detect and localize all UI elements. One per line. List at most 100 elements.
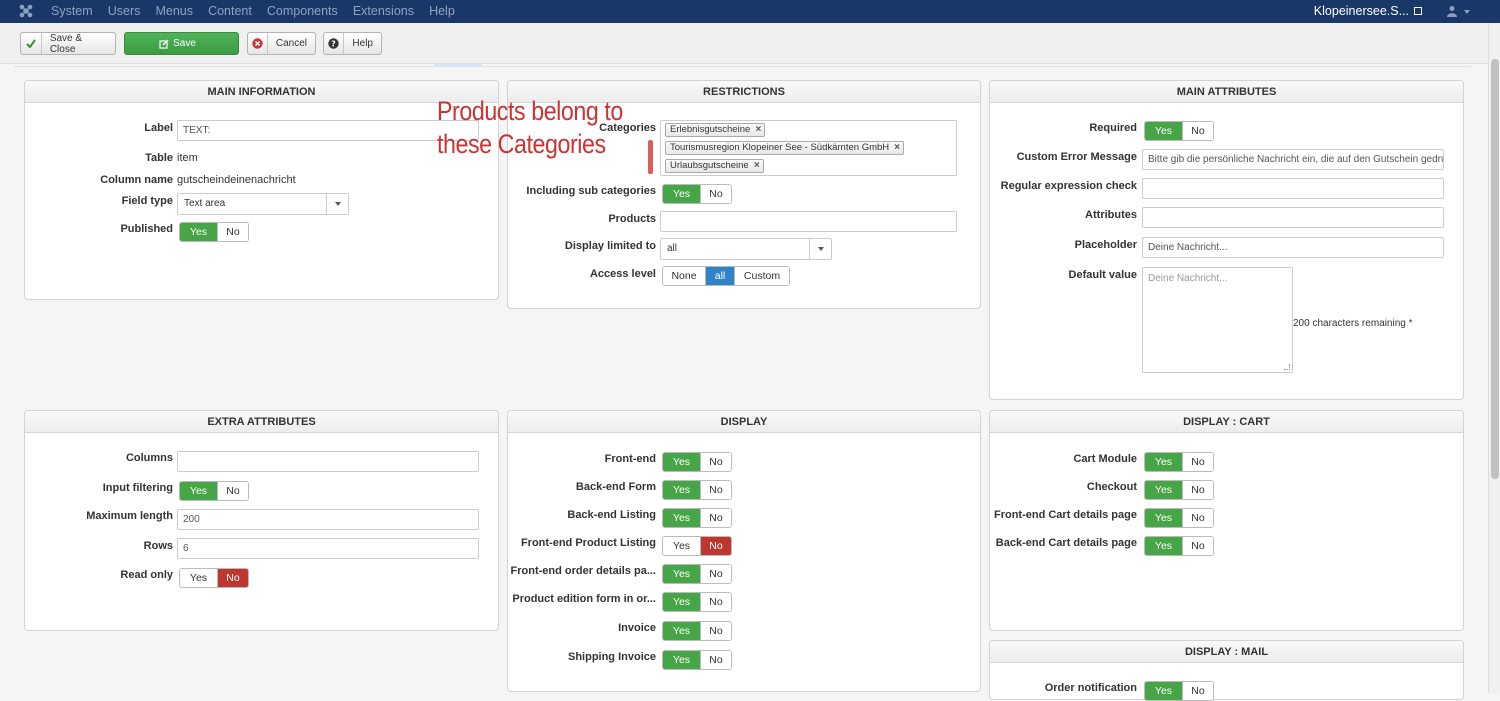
yes-option[interactable]: Yes	[180, 569, 217, 587]
no-option[interactable]: No	[700, 185, 731, 203]
joomla-logo-icon[interactable]	[18, 3, 34, 19]
yes-option[interactable]: Yes	[663, 185, 700, 203]
checkout-toggle[interactable]: Yes No	[1144, 480, 1214, 500]
menu-menus[interactable]: Menus	[155, 4, 193, 18]
no-option[interactable]: No	[700, 593, 731, 611]
front-end-cart-details-toggle[interactable]: Yes No	[1144, 508, 1214, 528]
default-value-textarea[interactable]: Deine Nachricht...	[1142, 267, 1293, 373]
product-edition-form-toggle[interactable]: Yes No	[662, 592, 732, 612]
front-end-product-listing-toggle[interactable]: Yes No	[662, 536, 732, 556]
error-message-input[interactable]: Bitte gib die persönliche Nachricht ein,…	[1142, 149, 1444, 170]
menu-extensions[interactable]: Extensions	[353, 4, 414, 18]
display-limited-label: Display limited to	[564, 240, 656, 252]
yes-option[interactable]: Yes	[663, 593, 700, 611]
yes-option[interactable]: Yes	[1145, 122, 1182, 140]
yes-option[interactable]: Yes	[663, 453, 700, 471]
sub-categories-toggle[interactable]: Yes No	[662, 184, 732, 204]
site-link[interactable]: Klopeinersee.S...	[1314, 4, 1422, 18]
menu-system[interactable]: System	[51, 4, 93, 18]
table-value: item	[177, 152, 198, 164]
back-end-cart-details-toggle[interactable]: Yes No	[1144, 536, 1214, 556]
no-option[interactable]: No	[1182, 682, 1213, 700]
front-end-order-details-toggle[interactable]: Yes No	[662, 564, 732, 584]
yes-option[interactable]: Yes	[663, 622, 700, 640]
placeholder-input[interactable]: Deine Nachricht...	[1142, 237, 1444, 258]
yes-option[interactable]: Yes	[1145, 453, 1182, 471]
published-toggle[interactable]: Yes No	[179, 222, 249, 242]
yes-option[interactable]: Yes	[663, 651, 700, 669]
back-end-listing-toggle[interactable]: Yes No	[662, 508, 732, 528]
remove-tag-icon[interactable]: ×	[754, 160, 760, 172]
no-option[interactable]: No	[700, 565, 731, 583]
menu-help[interactable]: Help	[429, 4, 455, 18]
no-option[interactable]: No	[700, 481, 731, 499]
no-option[interactable]: No	[1182, 509, 1213, 527]
maximum-length-input[interactable]: 200	[177, 509, 479, 530]
yes-option[interactable]: Yes	[180, 223, 217, 241]
regex-input[interactable]	[1142, 178, 1444, 199]
invoice-toggle[interactable]: Yes No	[662, 621, 732, 641]
front-end-toggle[interactable]: Yes No	[662, 452, 732, 472]
scrollbar[interactable]	[1488, 23, 1500, 693]
category-tag[interactable]: Tourismusregion Klopeiner See - Südkärnt…	[665, 141, 905, 155]
no-option[interactable]: No	[700, 509, 731, 527]
products-input[interactable]	[660, 211, 957, 232]
field-type-select[interactable]: Text area	[177, 193, 349, 215]
no-option[interactable]: No	[700, 537, 731, 555]
remove-tag-icon[interactable]: ×	[755, 124, 761, 136]
no-option[interactable]: No	[700, 622, 731, 640]
yes-option[interactable]: Yes	[1145, 481, 1182, 499]
access-custom-option[interactable]: Custom	[734, 267, 789, 285]
display-limited-select[interactable]: all	[660, 238, 832, 260]
user-icon[interactable]	[1446, 5, 1458, 17]
input-filtering-toggle[interactable]: Yes No	[179, 481, 249, 501]
no-option[interactable]: No	[700, 651, 731, 669]
resize-grip-icon[interactable]	[1284, 364, 1290, 370]
back-end-form-toggle[interactable]: Yes No	[662, 480, 732, 500]
yes-option[interactable]: Yes	[180, 482, 217, 500]
save-close-button[interactable]: Save & Close	[20, 32, 116, 55]
category-tag[interactable]: Erlebnisgutscheine ×	[665, 123, 766, 137]
label-input[interactable]: TEXT:	[177, 120, 479, 141]
yes-option[interactable]: Yes	[663, 537, 700, 555]
category-tag[interactable]: Urlaubsgutscheine ×	[665, 159, 764, 173]
attributes-input[interactable]	[1142, 207, 1444, 228]
no-option[interactable]: No	[1182, 537, 1213, 555]
menu-users[interactable]: Users	[108, 4, 141, 18]
cancel-button[interactable]: Cancel	[247, 32, 316, 55]
yes-option[interactable]: Yes	[1145, 509, 1182, 527]
no-option[interactable]: No	[217, 569, 248, 587]
access-all-option[interactable]: all	[705, 267, 734, 285]
remove-tag-icon[interactable]: ×	[894, 142, 900, 154]
yes-option[interactable]: Yes	[663, 509, 700, 527]
shipping-invoice-toggle[interactable]: Yes No	[662, 650, 732, 670]
cancel-circle-icon	[248, 33, 268, 54]
no-option[interactable]: No	[700, 453, 731, 471]
display-mail-panel: DISPLAY : MAIL Order notification Yes No	[989, 640, 1464, 701]
order-notification-toggle[interactable]: Yes No	[1144, 681, 1214, 701]
help-button[interactable]: ? Help	[323, 32, 382, 55]
no-option[interactable]: No	[1182, 453, 1213, 471]
edit-icon	[159, 38, 169, 49]
save-button[interactable]: Save	[124, 32, 239, 55]
no-option[interactable]: No	[1182, 481, 1213, 499]
yes-option[interactable]: Yes	[1145, 537, 1182, 555]
no-option[interactable]: No	[217, 482, 248, 500]
menu-components[interactable]: Components	[267, 4, 338, 18]
required-toggle[interactable]: Yes No	[1144, 121, 1214, 141]
yes-option[interactable]: Yes	[1145, 682, 1182, 700]
scrollbar-thumb[interactable]	[1491, 59, 1499, 479]
user-menu-caret-icon[interactable]	[1464, 10, 1470, 14]
columns-input[interactable]	[177, 451, 479, 472]
access-none-option[interactable]: None	[663, 267, 705, 285]
menu-content[interactable]: Content	[208, 4, 252, 18]
read-only-toggle[interactable]: Yes No	[179, 568, 249, 588]
cart-module-toggle[interactable]: Yes No	[1144, 452, 1214, 472]
yes-option[interactable]: Yes	[663, 481, 700, 499]
no-option[interactable]: No	[217, 223, 248, 241]
no-option[interactable]: No	[1182, 122, 1213, 140]
yes-option[interactable]: Yes	[663, 565, 700, 583]
rows-input[interactable]: 6	[177, 538, 479, 559]
help-label: Help	[352, 38, 373, 49]
access-level-toggle[interactable]: None all Custom	[662, 266, 790, 286]
